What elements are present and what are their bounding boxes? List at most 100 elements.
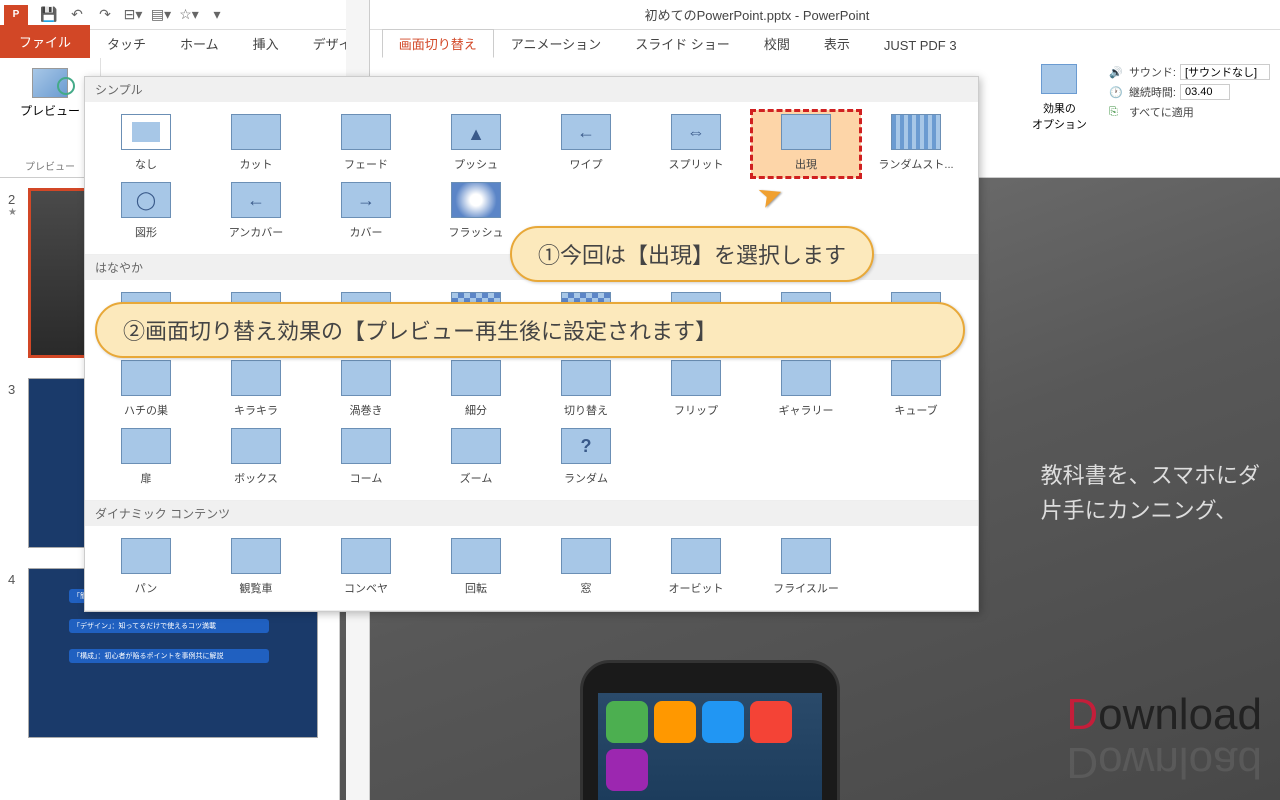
transition-icon: [121, 182, 171, 218]
transition-icon: [231, 428, 281, 464]
transition-カット[interactable]: カット: [201, 110, 311, 178]
transition-label: 細分: [465, 402, 487, 418]
transition-icon: [891, 114, 941, 150]
slide-body-text: 教科書を、スマホにダ 片手にカンニング、: [1041, 458, 1260, 528]
preview-group-label: プレビュー: [8, 156, 92, 175]
transition-label: ランダム: [564, 470, 608, 486]
timing-panel: 🔊 サウンド: 🕐 継続時間: ⎘ すべてに適用: [1099, 58, 1280, 177]
touch-mode-icon[interactable]: ⊟▾: [122, 4, 144, 26]
transition-フェード[interactable]: フェード: [311, 110, 421, 178]
transition-icon: [451, 182, 501, 218]
ribbon-tabs: ファイル タッチ ホーム 挿入 デザイン 画面切り替え アニメーション スライド…: [0, 30, 1280, 58]
transition-icon: [121, 114, 171, 150]
transition-icon: [561, 538, 611, 574]
preview-label: プレビュー: [20, 102, 80, 119]
start-slideshow-icon[interactable]: ▤▾: [150, 4, 172, 26]
transition-なし[interactable]: なし: [91, 110, 201, 178]
transition-フラッシュ[interactable]: フラッシュ: [421, 178, 531, 246]
transition-回転[interactable]: 回転: [421, 534, 531, 602]
save-icon[interactable]: 💾: [38, 4, 60, 26]
transition-label: フェード: [344, 156, 388, 172]
thumb-number: 2: [8, 188, 28, 207]
transition-label: 扉: [141, 470, 152, 486]
transition-フライスルー[interactable]: フライスルー: [751, 534, 861, 602]
effect-options-label: 効果の オプション: [1032, 100, 1087, 132]
transition-ギャラリー[interactable]: ギャラリー: [751, 356, 861, 424]
transition-label: パン: [135, 580, 158, 596]
favorite-icon[interactable]: ☆▾: [178, 4, 200, 26]
redo-icon[interactable]: ↷: [94, 4, 116, 26]
transition-icon: [341, 360, 391, 396]
tab-review[interactable]: 校閲: [747, 29, 807, 58]
transition-スプリット[interactable]: スプリット: [641, 110, 751, 178]
qat-customize-icon[interactable]: ▾: [206, 4, 228, 26]
transition-図形[interactable]: 図形: [91, 178, 201, 246]
gallery-section-dynamic: ダイナミック コンテンツ: [85, 501, 978, 526]
preview-icon: [32, 68, 68, 98]
tab-insert[interactable]: 挿入: [236, 29, 296, 58]
slide-download-text: Download: [1066, 689, 1262, 740]
transition-出現[interactable]: 出現: [751, 110, 861, 178]
transition-icon: [671, 538, 721, 574]
transition-label: 切り替え: [564, 402, 608, 418]
tab-touch[interactable]: タッチ: [90, 29, 163, 58]
tab-file[interactable]: ファイル: [0, 25, 90, 58]
transition-icon: [341, 114, 391, 150]
apply-all-button[interactable]: すべてに適用: [1129, 104, 1194, 120]
transition-コンベヤ[interactable]: コンベヤ: [311, 534, 421, 602]
tab-transitions[interactable]: 画面切り替え: [382, 29, 494, 58]
undo-icon[interactable]: ↶: [66, 4, 88, 26]
transition-観覧車[interactable]: 観覧車: [201, 534, 311, 602]
sound-icon: 🔊: [1109, 66, 1125, 79]
tab-animations[interactable]: アニメーション: [494, 29, 618, 58]
transition-窓[interactable]: 窓: [531, 534, 641, 602]
transition-icon: [341, 182, 391, 218]
transition-label: カット: [240, 156, 273, 172]
preview-button[interactable]: プレビュー: [8, 62, 92, 125]
tab-justpdf[interactable]: JUST PDF 3: [867, 33, 974, 58]
duration-input[interactable]: [1180, 84, 1230, 100]
apply-all-icon: ⎘: [1109, 106, 1125, 119]
transition-label: スプリット: [669, 156, 724, 172]
transition-label: アンカバー: [229, 224, 284, 240]
transition-label: 出現: [795, 156, 817, 172]
transition-ハチの巣[interactable]: ハチの巣: [91, 356, 201, 424]
transition-切り替え[interactable]: 切り替え: [531, 356, 641, 424]
tab-home[interactable]: ホーム: [163, 29, 236, 58]
sound-select[interactable]: [1180, 64, 1270, 80]
transition-渦巻き[interactable]: 渦巻き: [311, 356, 421, 424]
transition-label: プッシュ: [454, 156, 498, 172]
transition-コーム[interactable]: コーム: [311, 424, 421, 492]
transition-ランダムスト...[interactable]: ランダムスト...: [861, 110, 971, 178]
transition-キラキラ[interactable]: キラキラ: [201, 356, 311, 424]
transition-icon: [231, 538, 281, 574]
tab-view[interactable]: 表示: [807, 29, 867, 58]
transition-プッシュ[interactable]: プッシュ: [421, 110, 531, 178]
transition-icon: [231, 360, 281, 396]
transition-label: ランダムスト...: [878, 156, 953, 172]
transition-ランダム[interactable]: ランダム: [531, 424, 641, 492]
transition-キューブ[interactable]: キューブ: [861, 356, 971, 424]
transition-ボックス[interactable]: ボックス: [201, 424, 311, 492]
tab-slideshow[interactable]: スライド ショー: [618, 29, 747, 58]
effect-options-button[interactable]: 効果の オプション: [1020, 58, 1099, 177]
transition-パン[interactable]: パン: [91, 534, 201, 602]
transition-ズーム[interactable]: ズーム: [421, 424, 531, 492]
transition-indicator-icon: ★: [8, 207, 28, 218]
transition-細分[interactable]: 細分: [421, 356, 531, 424]
transition-アンカバー[interactable]: アンカバー: [201, 178, 311, 246]
transition-icon: [121, 538, 171, 574]
transition-icon: [231, 114, 281, 150]
transition-icon: [781, 114, 831, 150]
transition-icon: [451, 114, 501, 150]
window-title: 初めてのPowerPoint.pptx - PowerPoint: [234, 5, 1280, 24]
transition-オービット[interactable]: オービット: [641, 534, 751, 602]
transition-label: オービット: [669, 580, 724, 596]
transition-カバー[interactable]: カバー: [311, 178, 421, 246]
effect-options-icon: [1041, 64, 1077, 94]
transition-ワイプ[interactable]: ワイプ: [531, 110, 641, 178]
thumb-number: 4: [8, 568, 28, 738]
transition-扉[interactable]: 扉: [91, 424, 201, 492]
transition-フリップ[interactable]: フリップ: [641, 356, 751, 424]
transition-icon: [561, 360, 611, 396]
